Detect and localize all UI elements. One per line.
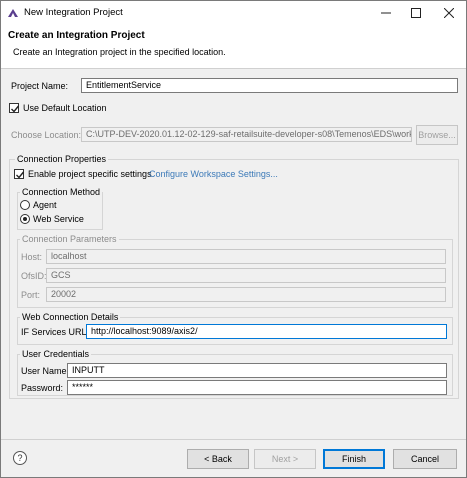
configure-workspace-settings-link[interactable]: Configure Workspace Settings... xyxy=(149,169,278,179)
button-bar-separator xyxy=(1,439,466,440)
web-connection-title: Web Connection Details xyxy=(20,312,121,322)
user-credentials-title: User Credentials xyxy=(20,349,92,359)
ofsid-label: OfsID: xyxy=(21,271,47,281)
user-name-input[interactable]: INPUTT xyxy=(67,363,447,378)
wizard-header: Create an Integration Project Create an … xyxy=(1,25,466,69)
connection-properties-title: Connection Properties xyxy=(15,154,109,164)
if-services-url-label: IF Services URL : xyxy=(21,327,92,337)
enable-project-settings-checkbox[interactable] xyxy=(14,169,25,179)
help-icon[interactable]: ? xyxy=(13,451,27,465)
cancel-button[interactable]: Cancel xyxy=(393,449,457,469)
maximize-icon[interactable] xyxy=(401,1,431,25)
wizard-window: New Integration Project Create an Integr… xyxy=(0,0,467,478)
back-button[interactable]: < Back xyxy=(187,449,249,469)
connection-parameters-title: Connection Parameters xyxy=(20,234,119,244)
web-service-radio[interactable] xyxy=(20,214,30,224)
host-label: Host: xyxy=(21,252,43,262)
finish-button[interactable]: Finish xyxy=(323,449,385,469)
ofsid-input[interactable]: GCS xyxy=(46,268,446,283)
page-description: Create an Integration project in the spe… xyxy=(13,47,226,57)
close-icon[interactable] xyxy=(434,1,464,25)
if-services-url-input[interactable]: http://localhost:9089/axis2/ xyxy=(86,324,447,339)
port-input[interactable]: 20002 xyxy=(46,287,446,302)
use-default-location-checkbox[interactable] xyxy=(9,103,20,113)
password-label: Password: xyxy=(21,383,64,393)
agent-radio[interactable] xyxy=(20,200,30,210)
password-input[interactable]: ****** xyxy=(67,380,447,395)
connection-method-title: Connection Method xyxy=(20,187,103,197)
enable-project-settings-label: Enable project specific settings xyxy=(28,169,152,179)
eclipse-app-icon xyxy=(7,7,19,19)
user-name-label: User Name: xyxy=(21,366,70,376)
port-label: Port: xyxy=(21,290,41,300)
page-title: Create an Integration Project xyxy=(8,30,145,41)
agent-radio-label: Agent xyxy=(33,200,57,210)
web-service-radio-label: Web Service xyxy=(33,214,84,224)
next-button[interactable]: Next > xyxy=(254,449,316,469)
minimize-icon[interactable] xyxy=(371,1,401,25)
title-bar: New Integration Project xyxy=(1,1,466,25)
host-input[interactable]: localhost xyxy=(46,249,446,264)
project-name-label: Project Name: xyxy=(11,81,69,91)
location-input[interactable]: C:\UTP-DEV-2020.01.12-02-129-saf-retails… xyxy=(81,127,412,142)
use-default-location-label: Use Default Location xyxy=(23,103,107,113)
browse-button[interactable]: Browse... xyxy=(416,125,458,145)
choose-location-label: Choose Location: xyxy=(11,130,82,140)
window-title: New Integration Project xyxy=(24,7,123,18)
connection-method-group xyxy=(17,192,103,230)
project-name-input[interactable]: EntitlementService xyxy=(81,78,458,93)
